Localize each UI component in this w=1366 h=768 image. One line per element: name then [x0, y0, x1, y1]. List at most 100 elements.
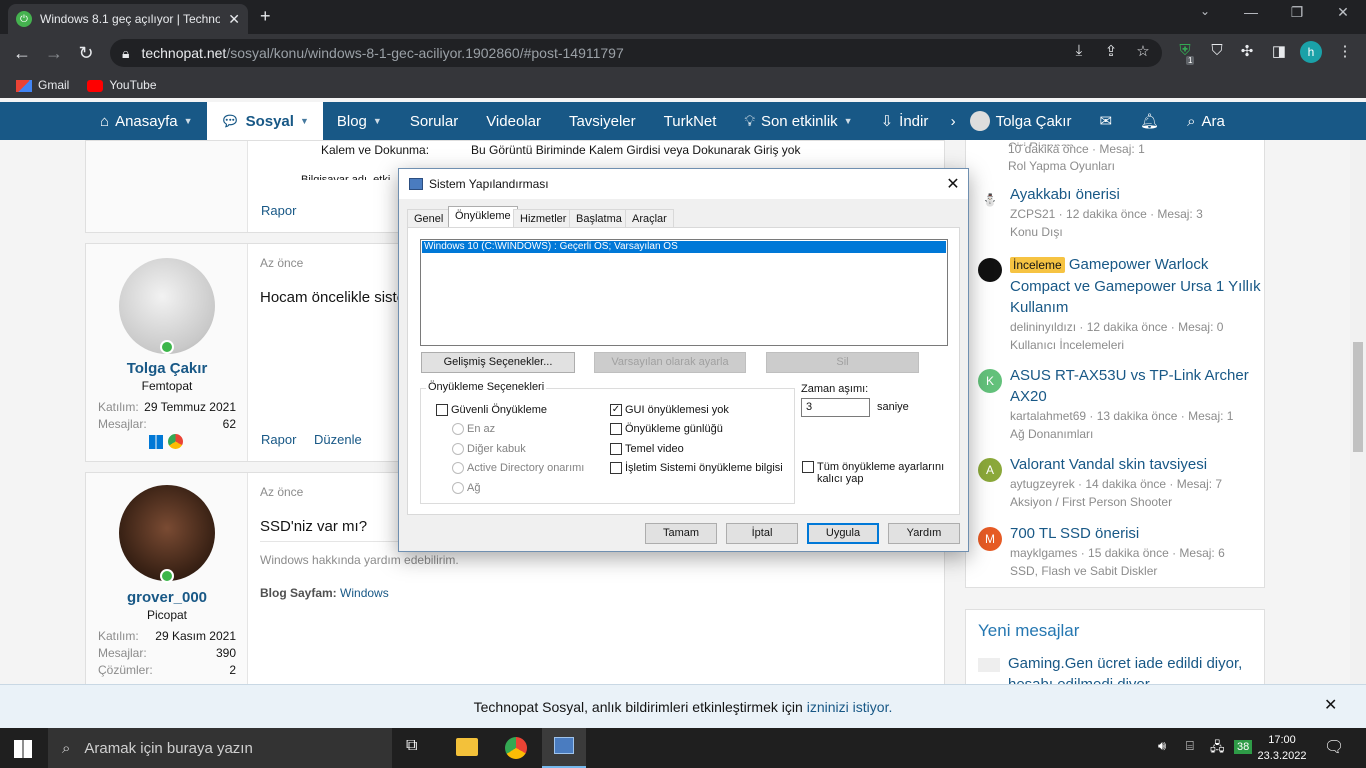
os-list[interactable]: Windows 10 (C:\WINDOWS) : Geçerli OS; Va… — [420, 239, 948, 346]
thread-forum[interactable]: SSD, Flash ve Sabit Diskler — [1010, 562, 1225, 580]
sidepanel-icon[interactable]: ◨ — [1266, 42, 1292, 60]
nav-blog[interactable]: Blog ▼ — [323, 102, 396, 140]
network-icon[interactable]: 🖧︎ — [1210, 738, 1225, 760]
tab-baslatma[interactable]: Başlatma — [569, 209, 629, 228]
profile-avatar[interactable]: h — [1300, 41, 1322, 63]
notification-link[interactable]: izninizi istiyor. — [807, 699, 893, 715]
install-icon[interactable]: ⤓ — [1066, 42, 1092, 59]
chevron-down-icon[interactable]: ▼ — [844, 116, 853, 126]
nav-videolar[interactable]: Videolar — [472, 102, 555, 140]
thread-item[interactable]: K ASUS RT-AX53U vs TP-Link Archer AX20 ka… — [978, 365, 1263, 443]
post-time[interactable]: Az önce — [260, 256, 303, 270]
thread-forum[interactable]: Kullanıcı İncelemeleri — [1010, 336, 1263, 354]
task-view-icon[interactable]: ⧉ — [406, 737, 417, 755]
help-button[interactable]: Yardım — [888, 523, 960, 544]
radio-ad-repair[interactable]: Active Directory onarımı — [452, 462, 584, 474]
safe-boot-checkbox[interactable]: Güvenli Önyükleme — [436, 404, 547, 416]
close-icon[interactable]: ✕ — [938, 174, 968, 194]
username[interactable]: grover_000 — [86, 589, 248, 606]
volume-icon[interactable]: 🔊︎ — [1158, 738, 1166, 754]
tab-hizmetler[interactable]: Hizmetler — [513, 209, 574, 228]
nav-sorular[interactable]: Sorular — [396, 102, 472, 140]
thread-title[interactable]: İnceleme Gamepower Warlock Compact ve Ga… — [1010, 254, 1263, 318]
nav-user[interactable]: Tolga Çakır — [962, 102, 1086, 140]
reload-icon[interactable]: ↻ — [70, 43, 102, 64]
windows-start-icon[interactable] — [14, 740, 32, 758]
forward-icon[interactable]: → — [38, 43, 70, 64]
no-gui-boot-checkbox[interactable]: ✓ GUI önyüklemesi yok — [610, 404, 729, 416]
report-link[interactable]: Rapor — [261, 203, 296, 218]
boot-log-checkbox[interactable]: Önyükleme günlüğü — [610, 423, 723, 435]
msconfig-taskbar-button[interactable] — [542, 728, 586, 768]
thread-title[interactable]: ASUS RT-AX53U vs TP-Link Archer AX20 — [1010, 365, 1263, 407]
menu-icon[interactable]: ⋮ — [1332, 42, 1358, 60]
nav-indir[interactable]: ⇩ İndir — [867, 102, 945, 140]
puzzle-icon[interactable]: ✣ — [1234, 42, 1260, 60]
tab-genel[interactable]: Genel — [407, 209, 451, 228]
delete-button[interactable]: Sil — [766, 352, 919, 373]
bookmark-youtube[interactable]: YouTube — [87, 78, 157, 92]
thread-item[interactable]: A Valorant Vandal skin tavsiyesi aytugzey… — [978, 454, 1263, 511]
thread-forum[interactable]: Konu Dışı — [1010, 223, 1203, 241]
radio-minimal[interactable]: En az — [452, 423, 495, 435]
thread-title[interactable]: Ayakkabı önerisi — [1010, 184, 1203, 205]
address-bar[interactable]: 🔒︎ technopat.net /sosyal/konu/windows-8-… — [110, 39, 1162, 67]
avatar[interactable] — [119, 485, 215, 581]
file-explorer-icon[interactable] — [456, 738, 478, 756]
tray-badge[interactable]: 38 — [1234, 740, 1253, 754]
restore-icon[interactable]: ❐ — [1274, 4, 1320, 21]
window-close-icon[interactable]: ✕ — [1320, 4, 1366, 21]
thread-forum[interactable]: Aksiyon / First Person Shooter — [1010, 493, 1222, 511]
tab-onyukleme[interactable]: Önyükleme — [448, 206, 518, 229]
tab-araclar[interactable]: Araçlar — [625, 209, 674, 228]
browser-tab[interactable]: ⏻ Windows 8.1 geç açılıyor | Technopat ✕ — [8, 4, 248, 34]
permanent-checkbox[interactable]: Tüm önyükleme ayarlarını kalıcı yap — [802, 461, 952, 485]
dialog-titlebar[interactable]: Sistem Yapılandırması ✕ — [399, 169, 968, 199]
bookmark-star-icon[interactable]: ☆ — [1130, 42, 1156, 60]
brave-shield-icon[interactable]: ⛉ — [1204, 42, 1230, 59]
chevron-down-icon[interactable]: ⌄ — [1182, 4, 1228, 18]
thread-forum[interactable]: Rol Yapma Oyunları — [1008, 157, 1115, 175]
apply-button[interactable]: Uygula — [807, 523, 879, 544]
nav-scroll-right-icon[interactable]: › — [945, 102, 962, 140]
close-tab-icon[interactable]: ✕ — [228, 11, 240, 28]
os-list-item[interactable]: Windows 10 (C:\WINDOWS) : Geçerli OS; Va… — [422, 241, 946, 253]
timeout-input[interactable]: 3 — [801, 398, 870, 417]
nav-sosyal[interactable]: 💬︎ Sosyal ▼ — [206, 102, 323, 140]
blog-link[interactable]: Windows — [340, 586, 389, 600]
thread-title[interactable]: 700 TL SSD önerisi — [1010, 523, 1225, 544]
shield-check-icon[interactable]: ⛨ — [1172, 42, 1198, 59]
notification-center-icon[interactable]: 🗨︎ — [1324, 737, 1344, 757]
section-heading[interactable]: Yeni mesajlar — [978, 621, 1079, 641]
chevron-down-icon[interactable]: ▼ — [300, 116, 309, 126]
thread-user[interactable]: Ciri Riannon — [1008, 140, 1088, 146]
thread-forum[interactable]: Ağ Donanımları — [1010, 425, 1263, 443]
back-icon[interactable]: ← — [6, 43, 38, 64]
new-tab-icon[interactable]: + — [260, 6, 271, 27]
nav-search[interactable]: ⌕ Ara — [1173, 102, 1239, 140]
thread-item[interactable]: İnceleme Gamepower Warlock Compact ve Ga… — [978, 254, 1263, 354]
ok-button[interactable]: Tamam — [645, 523, 717, 544]
post-time[interactable]: Az önce — [260, 485, 303, 499]
nav-tavsiyeler[interactable]: Tavsiyeler — [555, 102, 650, 140]
close-icon[interactable]: ✕ — [1324, 695, 1337, 715]
chevron-down-icon[interactable]: ▼ — [184, 116, 193, 126]
advanced-options-button[interactable]: Gelişmiş Seçenekler... — [421, 352, 575, 373]
usb-icon[interactable]: ⌸ — [1186, 738, 1194, 754]
radio-network[interactable]: Ağ — [452, 482, 480, 494]
taskbar-search[interactable]: ⌕ Aramak için buraya yazın — [48, 728, 392, 768]
clock[interactable]: 17:00 23.3.2022 — [1256, 732, 1308, 764]
nav-home[interactable]: ⌂ Anasayfa ▼ — [0, 102, 207, 140]
bell-icon[interactable]: 🔔︎ — [1126, 102, 1173, 140]
nav-son-etkinlik[interactable]: 💡︎ Son etkinlik ▼ — [730, 102, 866, 140]
thread-item[interactable]: M 700 TL SSD önerisi mayklgames · 15 daki… — [978, 523, 1263, 580]
edit-link[interactable]: Düzenle — [314, 432, 362, 447]
base-video-checkbox[interactable]: Temel video — [610, 443, 684, 455]
scrollbar-thumb[interactable] — [1353, 342, 1363, 452]
chrome-taskbar-icon[interactable] — [505, 737, 527, 759]
thread-title[interactable]: Valorant Vandal skin tavsiyesi — [1010, 454, 1222, 475]
chevron-down-icon[interactable]: ▼ — [373, 116, 382, 126]
nav-turknet[interactable]: TurkNet — [650, 102, 731, 140]
bookmark-gmail[interactable]: Gmail — [16, 78, 69, 92]
scrollbar[interactable] — [1350, 140, 1366, 728]
